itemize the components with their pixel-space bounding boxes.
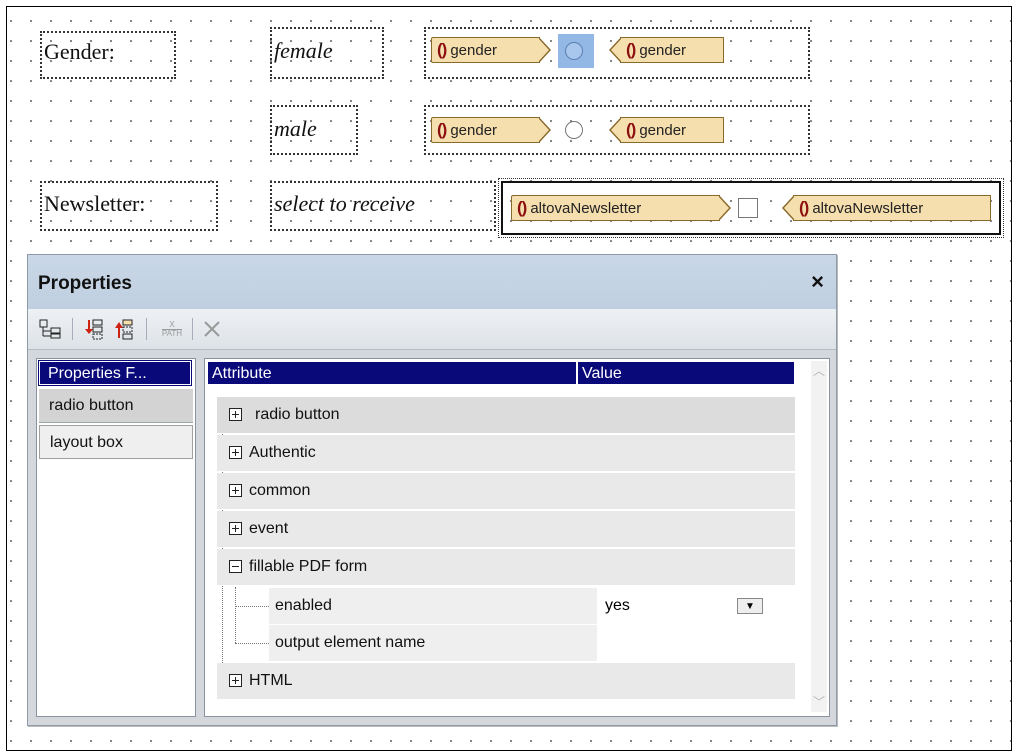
group-row-radio-button[interactable]: radio button [217, 397, 795, 434]
collapse-icon[interactable] [229, 560, 242, 573]
newsletter-hint-box[interactable]: select to receive [270, 181, 496, 231]
properties-panel: Properties × X PATH Properties F... radi… [27, 254, 837, 726]
vertical-scrollbar[interactable]: ︿ ﹀ [811, 361, 827, 712]
newsletter-label: Newsletter: [44, 191, 146, 216]
expand-icon[interactable] [229, 484, 242, 497]
properties-for-item-layout-box[interactable]: layout box [39, 425, 193, 459]
properties-title-bar[interactable]: Properties × [28, 255, 836, 309]
group-label: HTML [249, 672, 293, 689]
xpath-label-top: X [169, 319, 175, 329]
scroll-down-icon[interactable]: ﹀ [813, 696, 825, 708]
female-label-box[interactable]: female [270, 27, 384, 79]
expand-icon[interactable] [229, 522, 242, 535]
expand-icon[interactable] [229, 674, 242, 687]
newsletter-label-box[interactable]: Newsletter: [40, 181, 218, 231]
element-tag-icon: () [437, 120, 447, 139]
delete-icon[interactable] [200, 317, 224, 341]
properties-for-header[interactable]: Properties F... [38, 360, 192, 386]
element-tag-icon: () [799, 198, 809, 217]
element-tag-icon: () [517, 198, 527, 217]
properties-title: Properties [38, 273, 132, 294]
xpath-label-bottom: PATH [161, 328, 183, 338]
element-tag-icon: () [626, 120, 636, 139]
group-label: Authentic [249, 444, 316, 461]
male-label-box[interactable]: male [270, 105, 358, 155]
scroll-up-icon[interactable]: ︿ [813, 365, 825, 377]
define-attribute-group-icon[interactable] [38, 317, 62, 341]
tag-label: gender [450, 41, 498, 59]
group-row-html[interactable]: HTML [217, 663, 795, 700]
female-radio-button[interactable] [565, 42, 583, 60]
value-column-header[interactable]: Value [577, 361, 795, 385]
attribute-grid: Attribute Value radio button Authentic c… [204, 358, 830, 717]
group-label: fillable PDF form [249, 558, 368, 575]
expand-icon[interactable] [229, 446, 242, 459]
male-radio-button[interactable] [565, 121, 583, 139]
newsletter-hint: select to receive [274, 191, 415, 216]
insert-property-icon[interactable] [112, 317, 136, 341]
group-row-event[interactable]: event [217, 511, 795, 548]
toolbar-separator [146, 318, 147, 340]
tag-label: gender [450, 121, 498, 139]
expand-icon[interactable] [229, 408, 242, 421]
newsletter-close-tag[interactable]: () altovaNewsletter [782, 195, 991, 221]
group-row-authentic[interactable]: Authentic [217, 435, 795, 472]
dropdown-arrow-icon[interactable]: ▼ [737, 598, 763, 614]
group-row-fillable-pdf-form[interactable]: fillable PDF form [217, 549, 795, 586]
properties-for-list: Properties F... radio button layout box [36, 358, 196, 717]
tag-label: altovaNewsletter [530, 199, 642, 217]
tree-connector [235, 606, 273, 607]
tag-label: gender [639, 41, 687, 59]
gender-label: Gender: [44, 39, 115, 64]
group-label: common [249, 482, 311, 499]
gender-close-tag-female[interactable]: () gender [609, 37, 724, 63]
xpath-icon[interactable]: X PATH [160, 317, 184, 341]
female-label: female [274, 38, 333, 63]
attribute-name: enabled [275, 597, 332, 614]
tag-label: altovaNewsletter [812, 199, 924, 217]
element-tag-icon: () [437, 40, 447, 59]
male-label: male [274, 116, 317, 141]
group-label: radio button [255, 406, 340, 423]
properties-toolbar: X PATH [28, 309, 836, 350]
add-property-icon[interactable] [82, 317, 106, 341]
gender-open-tag-male[interactable]: () gender [431, 117, 551, 143]
group-row-common[interactable]: common [217, 473, 795, 510]
close-icon[interactable]: × [811, 269, 824, 295]
toolbar-separator [72, 318, 73, 340]
attribute-value-enabled[interactable]: yes ▼ [597, 588, 781, 624]
attribute-value: yes [605, 597, 630, 614]
attribute-value-output-element-name[interactable] [597, 625, 781, 661]
gender-open-tag-female[interactable]: () gender [431, 37, 551, 63]
newsletter-checkbox[interactable] [738, 198, 758, 218]
attribute-column-header[interactable]: Attribute [207, 361, 577, 385]
newsletter-open-tag[interactable]: () altovaNewsletter [511, 195, 731, 221]
gender-label-box[interactable]: Gender: [40, 31, 176, 79]
tree-connector [235, 587, 236, 643]
tag-label: gender [639, 121, 687, 139]
group-label: event [249, 520, 289, 537]
toolbar-separator [192, 318, 193, 340]
properties-for-item-radio-button[interactable]: radio button [39, 389, 193, 423]
gender-close-tag-male[interactable]: () gender [609, 117, 724, 143]
attribute-name: output element name [275, 634, 426, 651]
element-tag-icon: () [626, 40, 636, 59]
tree-connector [235, 643, 273, 644]
